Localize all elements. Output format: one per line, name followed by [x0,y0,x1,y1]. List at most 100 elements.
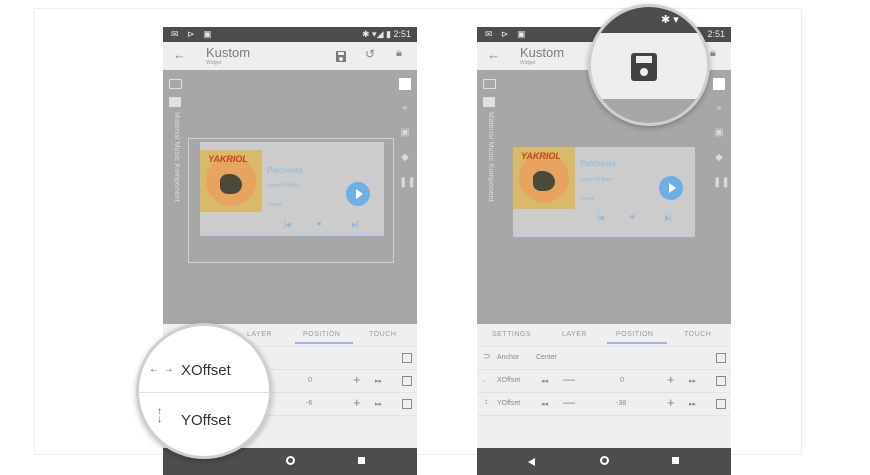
layers-icon[interactable]: ◆ [399,152,411,164]
yoffset-value[interactable]: -6 [306,400,312,407]
status-bar: ✉ ⊳ ▣ ✱ ▾◢ ▮ 2:51 [163,27,417,42]
stop-icon[interactable]: ■ [630,214,634,221]
arrow-left-icon[interactable]: ← [173,47,186,62]
album-art-text: YAKRIOL [521,151,561,161]
anchor-row: ⊃ Anchor Center [477,346,731,369]
plus-icon[interactable]: + [353,372,361,387]
yoffset-label: YOffset [497,400,521,407]
tab-position[interactable]: POSITION [616,331,653,338]
home-icon[interactable] [600,456,609,465]
tab-position[interactable]: POSITION [303,331,340,338]
album-art: YAKRIOL [513,147,575,209]
layers-icon[interactable]: ◆ [713,152,725,164]
minus-icon[interactable]: — [563,372,575,386]
lock-icon[interactable]: ▣ [713,127,725,139]
plus-icon[interactable]: + [667,372,675,387]
status-notification-icons: ✉ ⊳ ▣ [485,29,529,39]
lock-icon[interactable]: 🔒︎ [396,47,402,60]
previous-icon[interactable]: ▕◀ [593,214,604,222]
tab-layer[interactable]: LAYER [247,331,272,338]
previous-icon[interactable]: ▕◀ [280,221,291,229]
fast-forward-icon[interactable]: ▸▸ [375,377,382,385]
next-icon[interactable]: ▶▏ [352,221,363,229]
status-notification-icons: ✉ ⊳ ▣ [171,29,215,39]
track-artist: Grupo Di Bolei [580,177,613,183]
fast-forward-icon[interactable]: ▸▸ [689,400,696,408]
tab-touch[interactable]: TOUCH [369,331,396,338]
save-icon[interactable] [336,51,346,62]
xoffset-value[interactable]: 0 [620,377,624,384]
square-icon[interactable] [713,78,725,90]
fast-forward-icon[interactable]: ▸▸ [689,377,696,385]
track-album: Vereal [580,196,595,202]
focus-icon[interactable]: ⌖ [399,103,411,115]
next-icon[interactable]: ▶▏ [665,214,676,222]
horizontal-arrows-icon: ↔ [482,378,487,384]
lock-icon[interactable]: ▣ [399,127,411,139]
app-subtitle: Widget [520,60,536,66]
yoffset-checkbox[interactable] [716,399,726,409]
app-title: Kustom [520,45,565,60]
magnified-yoffset-label: YOffset [181,412,231,429]
yoffset-row: ↕ YOffset ◂◂ — -38 + ▸▸ [477,392,731,415]
music-widget[interactable]: YAKRIOL Patchesta Grupo Di Bolei Vereal … [513,147,695,237]
recents-icon[interactable] [358,457,365,464]
tab-indicator [607,342,667,344]
pause-icon[interactable]: ❚❚ [713,177,730,189]
stop-icon[interactable]: ■ [317,221,321,228]
anchor-checkbox[interactable] [716,353,726,363]
magnified-xoffset-label: XOffset [181,362,231,379]
xoffset-checkbox[interactable] [402,376,412,386]
rewind-icon[interactable]: ◂◂ [541,377,548,385]
navigation-bar [477,448,731,475]
focus-icon[interactable]: ⌖ [713,103,725,115]
album-art: YAKRIOL [200,150,262,212]
anchor-checkbox[interactable] [402,353,412,363]
anchor-value[interactable]: Center [536,354,557,361]
tab-bar: SETTINGS LAYER POSITION TOUCH [477,324,731,346]
track-artist: Grupo Di Bolei [267,183,300,189]
xoffset-label: XOffset [497,377,521,384]
tab-touch[interactable]: TOUCH [684,331,711,338]
music-widget[interactable]: YAKRIOL Patchesta Grupo Di Bolei Vereal … [200,142,384,236]
tab-layer[interactable]: LAYER [562,331,587,338]
folder-icon[interactable] [169,79,182,89]
layer-icon[interactable] [169,97,181,107]
plus-icon[interactable]: + [353,395,361,410]
status-time: 2:51 [393,29,411,39]
yoffset-value[interactable]: -38 [616,400,626,407]
play-icon[interactable] [346,182,370,206]
track-title: Patchesta [267,166,303,175]
recents-icon[interactable] [672,457,679,464]
vertical-arrows-icon: ↑ ↓ [157,406,162,425]
magnified-canvas [591,99,707,123]
history-icon[interactable]: ↺ [365,47,375,61]
back-icon[interactable] [528,458,535,466]
lock-icon[interactable]: 🔒︎ [710,47,716,60]
tab-settings[interactable]: SETTINGS [492,331,531,338]
layer-icon[interactable] [483,97,495,107]
plus-icon[interactable]: + [667,395,675,410]
magnifier-offsets: ← → XOffset ↑ ↓ YOffset [136,323,272,459]
component-vertical-label: Material Music Komponent [173,112,180,203]
album-art-text: YAKRIOL [208,154,248,164]
play-icon[interactable] [659,176,683,200]
fast-forward-icon[interactable]: ▸▸ [375,400,382,408]
rewind-icon[interactable]: ◂◂ [541,400,548,408]
yoffset-checkbox[interactable] [402,399,412,409]
xoffset-value[interactable]: 0 [308,377,312,384]
magnified-status-bar: ✱ ▾ [591,7,707,33]
minus-icon[interactable]: — [563,395,575,409]
xoffset-row: ↔ XOffset ◂◂ — 0 + ▸▸ [477,369,731,392]
pause-icon[interactable]: ❚❚ [399,177,416,189]
square-icon[interactable] [399,78,411,90]
app-subtitle: Widget [206,60,222,66]
home-icon[interactable] [286,456,295,465]
save-icon[interactable] [631,53,657,81]
folder-icon[interactable] [483,79,496,89]
arrow-left-icon[interactable]: ← [487,47,500,62]
component-vertical-label: Material Music Komponent [487,112,494,203]
tab-indicator [295,342,353,344]
status-system-icons: ✱ ▾◢ ▮ [362,29,391,39]
xoffset-checkbox[interactable] [716,376,726,386]
